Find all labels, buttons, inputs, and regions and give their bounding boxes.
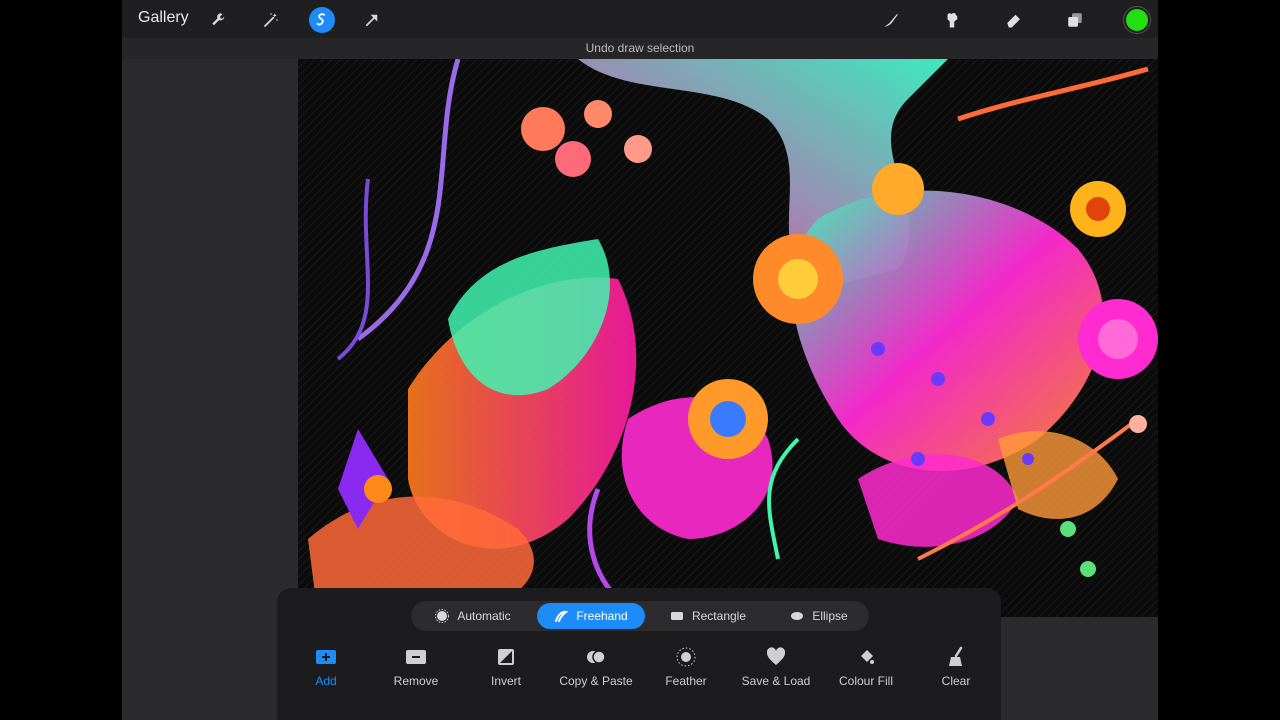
copy-paste-icon [585,646,607,668]
clear-icon [945,646,967,668]
clear-label: Clear [941,674,971,688]
selection-mode-bar: Automatic Freehand Rectangle Ellipse [411,601,869,631]
mode-rectangle-label: Rectangle [691,609,747,623]
mode-freehand[interactable]: Freehand [537,603,645,629]
smudge-icon[interactable] [939,7,965,33]
top-toolbar: Gallery [122,0,1158,38]
remove-label: Remove [393,674,439,688]
colour-fill-label: Colour Fill [838,674,893,688]
selection-panel: Automatic Freehand Rectangle Ellipse Add… [277,588,1001,720]
clear-button[interactable]: Clear [911,646,1001,688]
copy-paste-label: Copy & Paste [559,674,633,688]
colour-fill-icon [855,646,877,668]
mode-freehand-label: Freehand [576,609,628,623]
mode-ellipse-label: Ellipse [812,609,848,623]
actions-wrench-icon[interactable] [206,7,232,33]
ellipse-icon [790,609,804,623]
copy-paste-button[interactable]: Copy & Paste [551,646,641,688]
add-icon [315,646,337,668]
mode-ellipse[interactable]: Ellipse [771,603,867,629]
selection-icon[interactable] [309,7,335,33]
heart-icon [765,646,787,668]
invert-icon [495,646,517,668]
freehand-icon [554,609,569,623]
color-swatch[interactable] [1124,7,1150,33]
adjustments-wand-icon[interactable] [258,7,284,33]
mode-rectangle[interactable]: Rectangle [649,603,767,629]
save-load-button[interactable]: Save & Load [731,646,821,688]
layers-icon[interactable] [1062,7,1088,33]
feather-icon [675,646,697,668]
feather-button[interactable]: Feather [641,646,731,688]
colour-fill-button[interactable]: Colour Fill [821,646,911,688]
invert-label: Invert [490,674,521,688]
feather-label: Feather [665,674,707,688]
automatic-icon [435,609,450,623]
brush-icon[interactable] [878,7,904,33]
mode-automatic-label: Automatic [457,609,511,623]
remove-icon [405,646,427,668]
add-button[interactable]: Add [281,646,371,688]
remove-button[interactable]: Remove [371,646,461,688]
gallery-button[interactable]: Gallery [138,9,189,27]
invert-button[interactable]: Invert [461,646,551,688]
drawing-canvas[interactable] [298,59,1158,617]
add-label: Add [315,674,337,688]
transform-arrow-icon[interactable] [359,7,385,33]
status-toast: Undo draw selection [122,38,1158,59]
selection-actions: Add Remove Invert Copy & Paste Feather S… [277,646,1001,706]
mode-automatic[interactable]: Automatic [413,603,533,629]
save-load-label: Save & Load [741,674,811,688]
procreate-window: Gallery Undo draw selection Automatic Fr… [122,0,1158,720]
rectangle-icon [670,609,684,623]
eraser-icon[interactable] [1001,7,1027,33]
